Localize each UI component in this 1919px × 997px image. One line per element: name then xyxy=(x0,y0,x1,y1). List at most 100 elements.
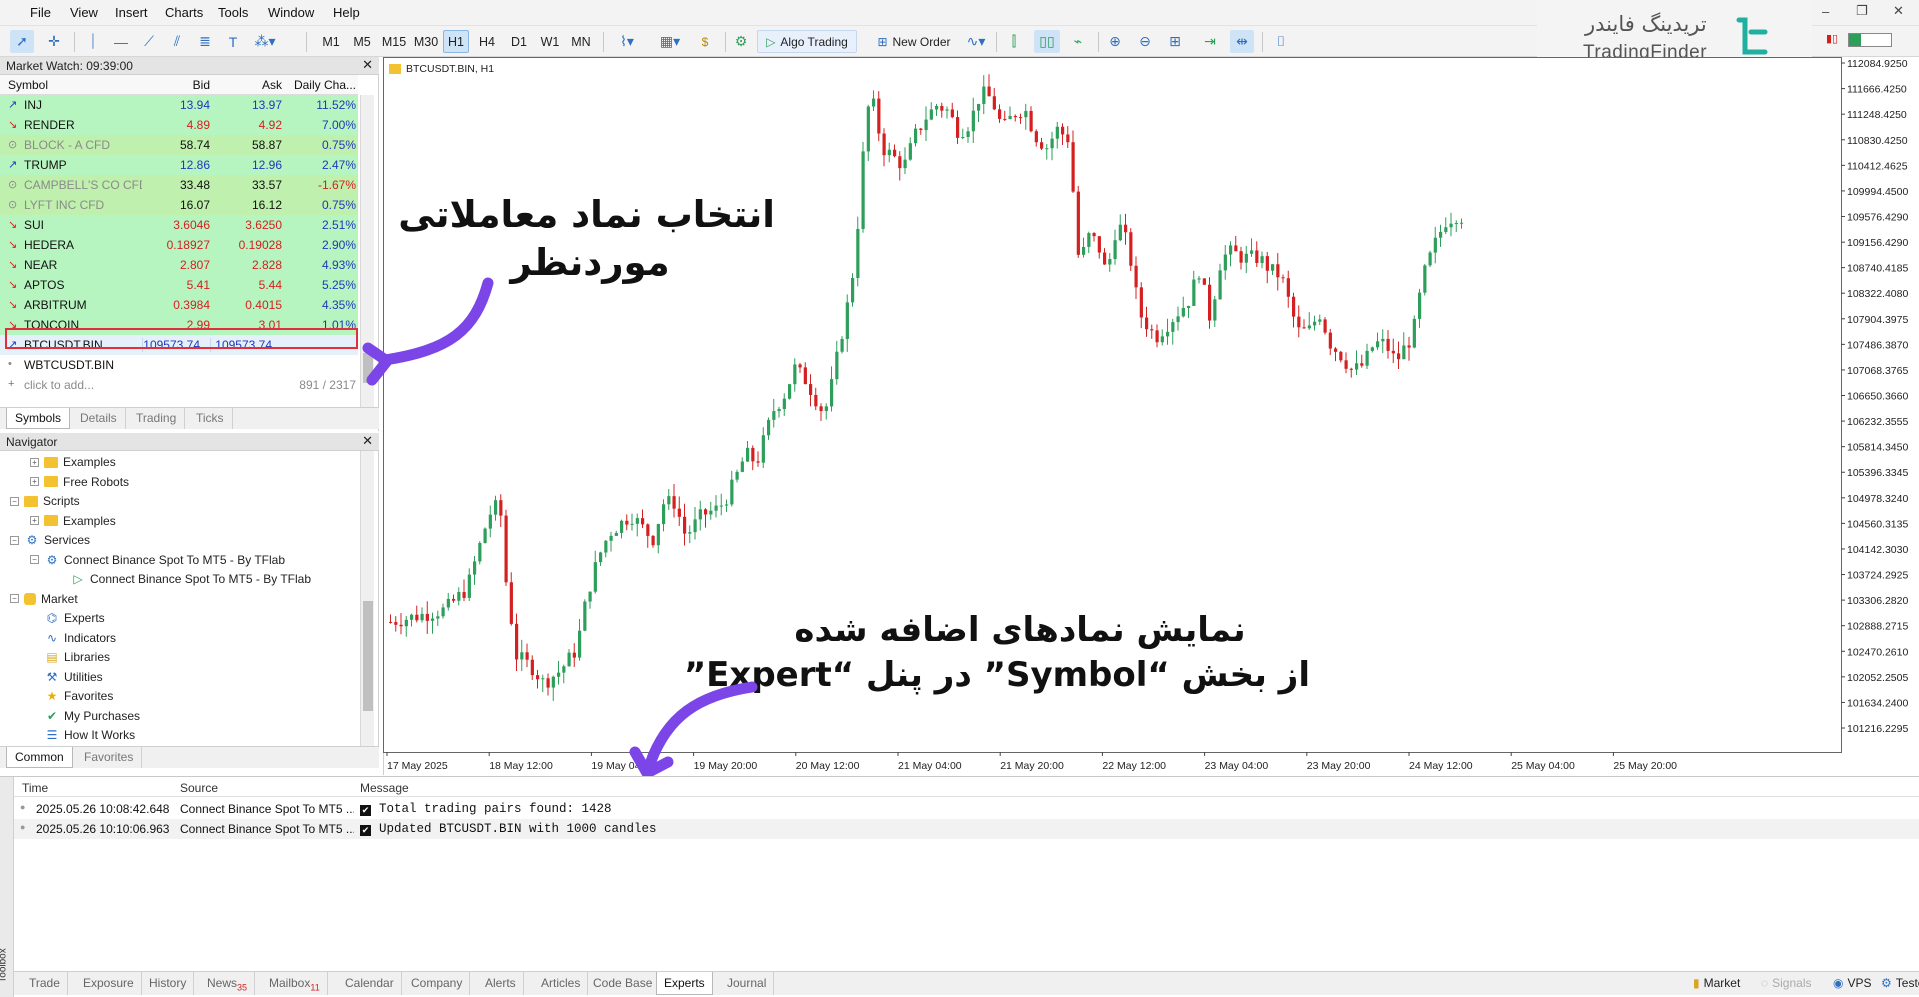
expand-icon[interactable]: + xyxy=(30,477,39,486)
tab-experts[interactable]: Experts xyxy=(656,972,713,995)
expand-icon[interactable]: + xyxy=(30,457,39,467)
zoom-in-icon[interactable]: ⊕ xyxy=(1104,30,1126,53)
expand-icon[interactable]: − xyxy=(30,555,39,564)
navigator-item[interactable]: + Examples xyxy=(30,512,116,530)
close-icon[interactable]: ✕ xyxy=(1893,3,1904,19)
tab-symbols[interactable]: Symbols xyxy=(6,408,71,429)
menu-help[interactable]: Help xyxy=(333,5,360,20)
close-icon[interactable]: ✕ xyxy=(362,433,373,449)
market-watch-row[interactable]: ↘ RENDER 4.89 4.92 7.00% xyxy=(0,115,358,135)
shapes-icon[interactable]: ⁂▾ xyxy=(250,30,280,53)
autoscroll-icon[interactable]: ⇥ xyxy=(1198,30,1222,53)
tf-m5[interactable]: M5 xyxy=(349,30,375,53)
tab-trade[interactable]: Trade xyxy=(22,972,68,995)
col-daily-change[interactable]: Daily Cha... xyxy=(284,78,356,92)
log-row[interactable]: ● 2025.05.26 10:10:06.963 Connect Binance … xyxy=(14,819,1919,839)
tab-code-base[interactable]: Code Base xyxy=(586,972,661,995)
tf-w1[interactable]: W1 xyxy=(537,30,563,53)
col-symbol[interactable]: Symbol xyxy=(8,78,48,92)
menu-insert[interactable]: Insert xyxy=(115,5,148,20)
text-icon[interactable]: T xyxy=(222,30,244,53)
navigator-item[interactable]: − ⚙ Services xyxy=(10,531,90,549)
algo-icon[interactable]: ⚙ xyxy=(730,30,752,53)
tab-news[interactable]: News35 xyxy=(200,972,256,995)
navigator-item[interactable]: ▷ Connect Binance Spot To MT5 - By TFlab xyxy=(56,570,311,588)
bar-chart-icon[interactable]: ⫿ xyxy=(1002,30,1026,53)
close-icon[interactable]: ✕ xyxy=(362,57,373,73)
tab-ticks[interactable]: Ticks xyxy=(188,408,233,429)
zoom-out-icon[interactable]: ⊖ xyxy=(1134,30,1156,53)
tab-articles[interactable]: Articles xyxy=(534,972,589,995)
market-watch-row[interactable]: ↘ ARBITRUM 0.3984 0.4015 4.35% xyxy=(0,295,358,315)
market-button[interactable]: ▮ Market xyxy=(1686,972,1747,995)
screenshot-icon[interactable]: ⌷ xyxy=(1270,30,1292,53)
tf-m30[interactable]: M30 xyxy=(411,30,441,53)
tf-h4[interactable]: H4 xyxy=(474,30,500,53)
navigator-scrollbar[interactable] xyxy=(360,451,374,747)
navigator-item[interactable]: ☰ How It Works xyxy=(30,726,136,744)
tester-button[interactable]: ⚙Tester xyxy=(1874,972,1919,995)
tab-calendar[interactable]: Calendar xyxy=(338,972,402,995)
navigator-item[interactable]: − Market xyxy=(10,590,78,608)
tf-mn[interactable]: MN xyxy=(567,30,595,53)
tab-journal[interactable]: Journal xyxy=(720,972,775,995)
menu-window[interactable]: Window xyxy=(268,5,314,20)
tf-m15[interactable]: M15 xyxy=(379,30,409,53)
new-order-button[interactable]: ⊞ New Order xyxy=(866,30,962,53)
navigator-item[interactable]: ∿ Indicators xyxy=(30,629,116,647)
market-watch-scrollbar[interactable] xyxy=(360,95,374,408)
menu-view[interactable]: View xyxy=(70,5,98,20)
algo-trading-button[interactable]: ▷ Algo Trading xyxy=(757,30,857,53)
tab-exposure[interactable]: Exposure xyxy=(76,972,142,995)
market-watch-row[interactable]: ↘ APTOS 5.41 5.44 5.25% xyxy=(0,275,358,295)
navigator-item[interactable]: + Free Robots xyxy=(30,473,129,491)
restore-icon[interactable]: ❐ xyxy=(1856,3,1868,19)
market-watch-row[interactable]: ↗ TRUMP 12.86 12.96 2.47% xyxy=(0,155,358,175)
tab-common[interactable]: Common xyxy=(6,747,73,768)
candles-icon[interactable]: ▯▯ xyxy=(1034,30,1060,53)
market-watch-row[interactable]: ↘ NEAR 2.807 2.828 4.93% xyxy=(0,255,358,275)
templates-icon[interactable]: ▦▾ xyxy=(653,30,687,53)
navigator-item[interactable]: ⚒ Utilities xyxy=(30,668,103,686)
navigator-item[interactable]: − Scripts xyxy=(10,492,80,510)
tf-h1[interactable]: H1 xyxy=(443,30,469,53)
tile-windows-icon[interactable]: ⊞ xyxy=(1164,30,1186,53)
tab-history[interactable]: History xyxy=(142,972,195,995)
market-watch-row[interactable]: ↗ INJ 13.94 13.97 11.52% xyxy=(0,95,358,115)
tab-favorites[interactable]: Favorites xyxy=(76,747,143,768)
cursor-icon[interactable]: ➚ xyxy=(10,30,34,53)
chart-shift-icon[interactable]: ⇹ xyxy=(1230,30,1254,53)
col-ask[interactable]: Ask xyxy=(210,78,282,92)
horizontal-line-icon[interactable]: — xyxy=(110,30,132,53)
channel-icon[interactable]: ⫽ xyxy=(166,30,188,53)
market-watch-row[interactable]: ⊙ LYFT INC CFD 16.07 16.12 0.75% xyxy=(0,195,358,215)
tab-trading[interactable]: Trading xyxy=(128,408,186,429)
tf-d1[interactable]: D1 xyxy=(506,30,532,53)
market-watch-row[interactable]: • WBTCUSDT.BIN xyxy=(0,355,358,375)
navigator-item[interactable]: − ⚙ Connect Binance Spot To MT5 - By TFlab xyxy=(30,551,285,569)
line-chart-icon[interactable]: ⌁ xyxy=(1066,30,1090,53)
menu-charts[interactable]: Charts xyxy=(165,5,203,20)
market-watch-row[interactable]: ↘ SUI 3.6046 3.6250 2.51% xyxy=(0,215,358,235)
signals-button[interactable]: ◌ Signals xyxy=(1754,972,1819,995)
market-watch-row[interactable]: ⊙ CAMPBELL'S CO CFD 33.48 33.57 -1.67% xyxy=(0,175,358,195)
market-watch-row[interactable]: ↘ HEDERA 0.18927 0.19028 2.90% xyxy=(0,235,358,255)
vps-button[interactable]: ◉ VPS xyxy=(1826,972,1879,995)
expand-icon[interactable]: − xyxy=(10,535,19,545)
navigator-item[interactable]: ✔ My Purchases xyxy=(30,707,140,725)
navigator-item[interactable]: ★ Favorites xyxy=(30,687,114,705)
dollar-icon[interactable]: $ xyxy=(695,30,715,53)
col-bid[interactable]: Bid xyxy=(142,78,210,92)
crosshair-icon[interactable]: ✛ xyxy=(42,30,66,53)
fibonacci-icon[interactable]: ≣ xyxy=(194,30,216,53)
chart-type-icon[interactable]: ⌇▾ xyxy=(612,30,642,53)
tab-company[interactable]: Company xyxy=(404,972,471,995)
col-time[interactable]: Time xyxy=(22,781,48,795)
minimize-icon[interactable]: – xyxy=(1822,4,1829,19)
navigator-item[interactable]: + Examples xyxy=(30,453,116,471)
tab-details[interactable]: Details xyxy=(72,408,126,429)
tf-m1[interactable]: M1 xyxy=(318,30,344,53)
menu-tools[interactable]: Tools xyxy=(218,5,248,20)
log-row[interactable]: ● 2025.05.26 10:08:42.648 Connect Binance … xyxy=(14,799,1919,819)
expand-icon[interactable]: − xyxy=(10,496,19,506)
